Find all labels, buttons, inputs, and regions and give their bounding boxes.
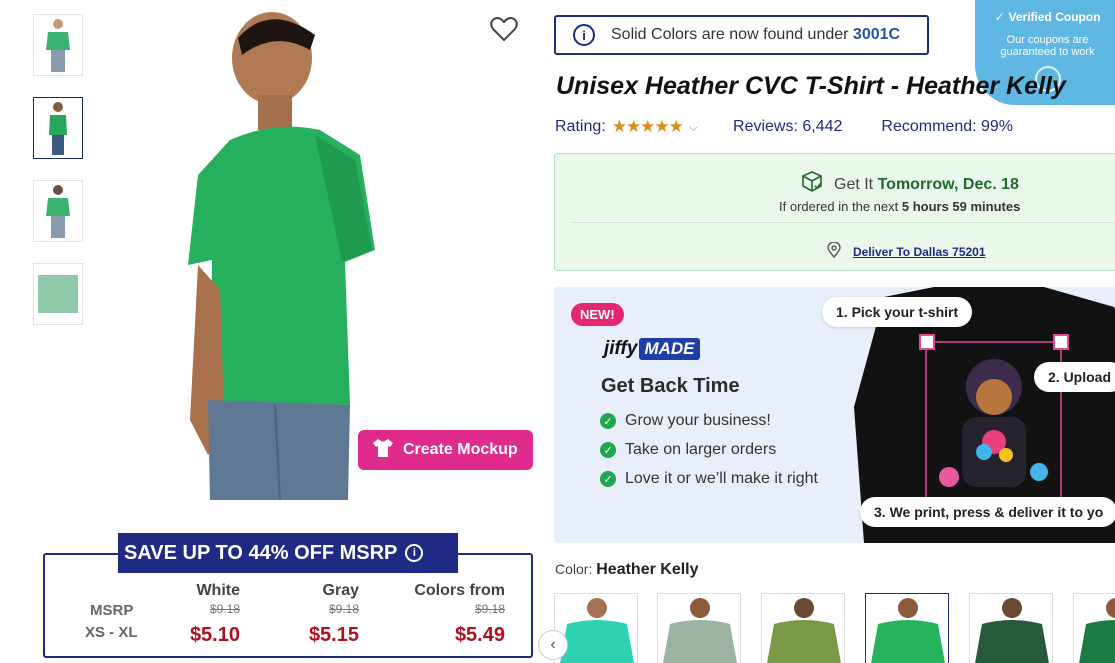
check-icon: ✓ [600,413,616,429]
order-cutoff: If ordered in the next 5 hours 59 minute… [779,199,1020,214]
delivery-date: Tomorrow, Dec. 18 [877,175,1019,193]
step-pill: 2. Upload [1034,362,1115,392]
reviews-count[interactable]: Reviews: 6,442 [733,118,842,136]
thumbnail-back[interactable] [33,180,83,242]
check-icon: ✓ [600,471,616,487]
rating-label: Rating: [555,118,606,135]
color-label: Color: Heather Kelly [555,561,699,579]
promo-headline: Get Back Time [601,375,740,397]
deliver-to-link[interactable]: Deliver To Dallas 75201 [827,241,986,261]
step-pill: 3. We print, press & deliver it to yo [860,497,1115,527]
color-swatch-list [554,593,1115,663]
color-swatch[interactable] [657,593,741,663]
promo-bullet: ✓ Grow your business! [600,412,771,430]
cutoff-prefix: If ordered in the next [779,199,902,214]
get-it-label: Get It [834,175,878,193]
delivery-box: Get It Tomorrow, Dec. 18 If ordered in t… [554,153,1115,271]
msrp-label: MSRP [90,602,134,619]
brand-made: MADE [639,338,700,360]
color-swatch-selected[interactable] [865,593,949,663]
solid-colors-notice: i Solid Colors are now found under 3001C [554,15,929,55]
col-white-price: $5.10 [189,624,240,646]
brand-jiffy: jiffy [604,338,638,359]
col-colors-msrp: $9.18 [474,602,505,616]
create-mockup-label: Create Mockup [403,441,518,458]
savings-banner: SAVE UP TO 44% OFF MSRP i [118,533,458,573]
coupon-line1: Our coupons are [1006,34,1089,46]
color-swatch[interactable] [969,593,1053,663]
color-swatch[interactable] [1073,593,1115,663]
col-gray-msrp: $9.18 [328,602,359,616]
jiffy-made-promo[interactable]: NEW! jiffy MADE Get Back Time ✓ Grow your … [554,287,1115,543]
bullet-text: Take on larger orders [625,441,777,458]
thumbnail-side[interactable] [33,97,83,159]
promo-bullet: ✓ Take on larger orders [600,441,776,459]
thumbnail-fabric[interactable] [33,263,83,325]
color-swatch[interactable] [554,593,638,663]
step-pill: 1. Pick your t-shirt [822,297,973,327]
coupon-title: Verified Coupon [1008,10,1101,24]
color-value: Heather Kelly [596,561,699,578]
color-label-prefix: Color: [555,561,597,577]
col-white-header: White [196,582,240,599]
info-icon: i [573,24,595,46]
location-pin-icon [827,241,841,261]
delivery-date-text: Get It Tomorrow, Dec. 18 [834,176,1019,194]
notice-link[interactable]: 3001C [853,26,900,43]
promo-bullet: ✓ Love it or we’ll make it right [600,470,818,488]
check-circle-icon: ✓ [994,10,1005,24]
bullet-text: Grow your business! [625,412,771,429]
cutoff-countdown: 5 hours 59 minutes [901,199,1021,214]
coupon-line2: guaranteed to work [1000,46,1095,58]
recommend-percent: Recommend: 99% [881,118,1014,135]
jiffy-made-logo: jiffy MADE [604,338,700,360]
chevron-down-icon[interactable]: ⌵ [689,120,698,135]
notice-text: Solid Colors are now found under 3001C [611,26,900,44]
divider [571,222,1115,223]
thumbnail-front[interactable] [33,14,83,76]
package-icon [800,170,824,199]
col-gray-header: Gray [322,582,359,599]
new-badge: NEW! [571,303,624,326]
chevron-left-icon[interactable]: ‹ [538,630,568,660]
favorite-heart-icon[interactable] [490,16,518,42]
savings-banner-text: SAVE UP TO 44% OFF MSRP [124,541,398,564]
star-rating-icon[interactable]: ★★★★★ [612,117,684,137]
product-title: Unisex Heather CVC T-Shirt - Heather Kel… [556,72,1066,100]
bullet-text: Love it or we’ll make it right [625,470,818,487]
notice-message: Solid Colors are now found under [611,26,853,43]
create-mockup-button[interactable]: Create Mockup [358,430,533,470]
deliver-to-text: Deliver To Dallas 75201 [853,244,986,259]
color-swatch[interactable] [761,593,845,663]
tshirt-icon [372,438,394,463]
col-white-msrp: $9.18 [209,602,240,616]
size-range-label: XS - XL [85,624,138,641]
rating-row: Rating: ★★★★★ ⌵ Reviews: 6,442 Recommend… [555,117,1013,137]
thumbnail-list [33,14,83,346]
check-icon: ✓ [600,442,616,458]
col-gray-price: $5.15 [308,624,359,646]
product-main-image [150,0,540,501]
col-colors-header: Colors from [414,582,505,599]
info-icon[interactable]: i [405,544,424,562]
col-colors-price: $5.49 [454,624,505,646]
